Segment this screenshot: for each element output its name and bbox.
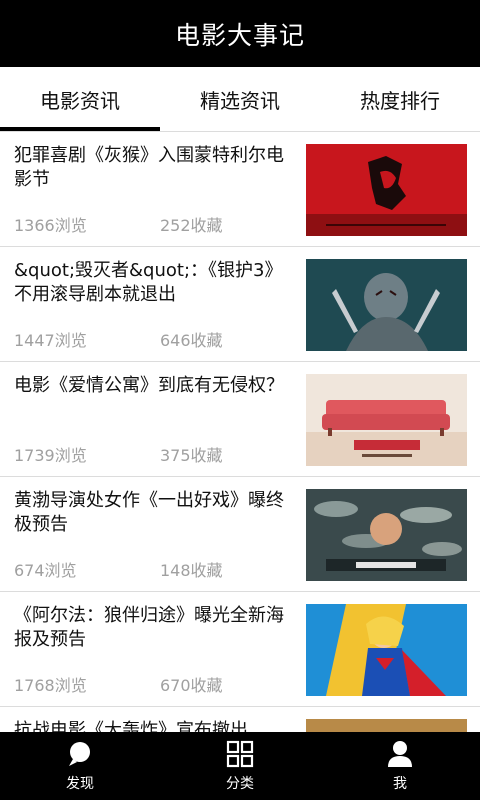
article-list[interactable]: 犯罪喜剧《灰猴》入围蒙特利尔电影节 1366浏览 252收藏 &quot;毁灭者… (0, 131, 480, 732)
comic-hero-poster-image (306, 604, 467, 696)
favorite-count: 670收藏 (160, 676, 223, 695)
article-stats: 1768浏览 670收藏 (14, 672, 223, 696)
teal-warrior-poster-image (306, 259, 467, 351)
nav-me[interactable]: 我 (320, 732, 480, 800)
view-count: 674浏览 (14, 561, 77, 580)
nav-label: 发现 (66, 776, 94, 792)
article-thumbnail (306, 259, 467, 351)
tab-bar: 电影资讯 精选资讯 热度排行 (0, 67, 480, 131)
fish-crowd-poster-image (306, 489, 467, 581)
article-stats: 674浏览 148收藏 (14, 557, 223, 581)
article-title: &quot;毁灭者&quot;：《银护3》不用滚导剧本就退出 (14, 260, 283, 305)
search-icon (69, 742, 90, 766)
list-item[interactable]: &quot;毁灭者&quot;：《银护3》不用滚导剧本就退出 1447浏览 64… (0, 246, 480, 361)
tab-featured-news[interactable]: 精选资讯 (160, 67, 320, 131)
article-thumbnail (306, 604, 467, 696)
title-bar: 电影大事记 (0, 0, 480, 67)
article-title: 黄渤导演处女作《一出好戏》曝终极预告 (14, 490, 284, 535)
view-count: 1366浏览 (14, 216, 87, 235)
nav-label: 我 (393, 776, 407, 792)
tab-hot-ranking[interactable]: 热度排行 (320, 67, 480, 131)
grid-icon (226, 740, 254, 768)
article-title: 抗战电影《大轰炸》宣布撤出 (14, 720, 248, 732)
view-count: 1739浏览 (14, 446, 87, 465)
article-title: 《阿尔法：狼伴归途》曝光全新海报及预告 (14, 605, 284, 650)
nav-label: 分类 (226, 776, 254, 792)
list-item[interactable]: 黄渤导演处女作《一出好戏》曝终极预告 674浏览 148收藏 (0, 476, 480, 591)
favorite-count: 252收藏 (160, 216, 223, 235)
app-title: 电影大事记 (174, 20, 305, 50)
user-icon (388, 741, 412, 767)
view-count: 1447浏览 (14, 331, 87, 350)
article-stats: 1739浏览 375收藏 (14, 442, 223, 466)
article-thumbnail (306, 719, 467, 732)
list-item[interactable]: 抗战电影《大轰炸》宣布撤出 (0, 706, 480, 732)
favorite-count: 375收藏 (160, 446, 223, 465)
article-stats: 1366浏览 252收藏 (14, 212, 223, 236)
favorite-count: 148收藏 (160, 561, 223, 580)
favorite-count: 646收藏 (160, 331, 223, 350)
red-movie-poster-image (306, 144, 467, 236)
dark-poster-image (306, 719, 467, 732)
view-count: 1768浏览 (14, 676, 87, 695)
list-item[interactable]: 《阿尔法：狼伴归途》曝光全新海报及预告 1768浏览 670收藏 (0, 591, 480, 706)
tab-movie-news[interactable]: 电影资讯 (0, 67, 160, 131)
article-title: 电影《爱情公寓》到底有无侵权？ (14, 375, 284, 396)
list-item[interactable]: 犯罪喜剧《灰猴》入围蒙特利尔电影节 1366浏览 252收藏 (0, 131, 480, 246)
article-title: 犯罪喜剧《灰猴》入围蒙特利尔电影节 (14, 145, 284, 190)
article-stats: 1447浏览 646收藏 (14, 327, 223, 351)
sofa-poster-image (306, 374, 467, 466)
article-thumbnail (306, 374, 467, 466)
nav-category[interactable]: 分类 (160, 732, 320, 800)
list-item[interactable]: 电影《爱情公寓》到底有无侵权？ 1739浏览 375收藏 (0, 361, 480, 476)
article-thumbnail (306, 144, 467, 236)
bottom-navigation: 发现 分类 我 (0, 732, 480, 800)
nav-discover[interactable]: 发现 (0, 732, 160, 800)
article-thumbnail (306, 489, 467, 581)
